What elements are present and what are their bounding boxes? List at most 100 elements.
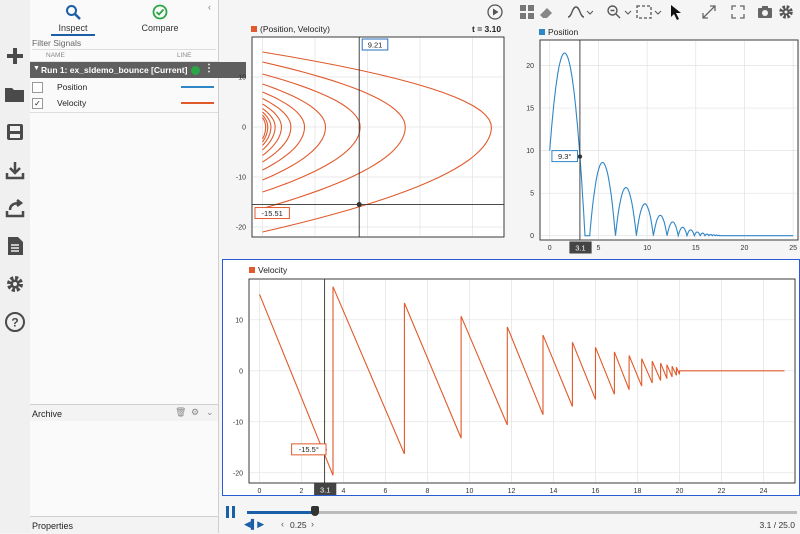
camera-icon[interactable] [756,3,774,21]
column-name: NAME [46,52,65,59]
plot-toolbar [480,0,800,24]
trash-icon[interactable]: 🗑 [175,407,186,418]
plot-area [248,278,796,484]
run-label: Run 1: ex_sldemo_bounce [Current] [41,65,188,75]
properties-label: Properties [32,521,74,531]
import-icon[interactable] [3,158,27,182]
x-tick-label: 16 [592,488,600,495]
signal-name-velocity: Velocity [57,98,87,108]
run-row[interactable]: ▼ Run 1: ex_sldemo_bounce [Current] ⋮ [30,62,246,78]
zoom-icon[interactable] [606,3,632,21]
x-tick-label: 5 [596,245,600,252]
x-tick-label: 4 [342,488,346,495]
y-tick-label: 20 [526,63,534,70]
slower-icon[interactable]: ‹ [281,519,284,529]
time-slider-fill [247,511,316,514]
signals-panel: Inspect Compare ‹ Filter Signals NAME LI… [30,0,246,534]
active-tab-indicator [51,34,95,36]
fullscreen-icon[interactable] [729,3,747,21]
column-header: NAME LINE [30,51,218,62]
filter-signals-input[interactable]: Filter Signals [32,38,216,50]
help-icon[interactable]: ? [3,310,27,334]
x-tick-label: 0 [548,245,552,252]
chevron-down-icon[interactable]: ⌄ [206,407,214,418]
x-tick-label: 25 [789,245,797,252]
x-tick-label: 14 [550,488,558,495]
y-tick-label: 10 [526,148,534,155]
velocity-value-label: -15.5° [299,445,319,454]
signal-style-icon[interactable] [567,3,593,21]
play-icon[interactable] [486,3,504,21]
plot-area [251,36,505,238]
x-tick-label: 10 [643,245,651,252]
gear-icon[interactable] [777,3,795,21]
run-status-dot [191,66,200,75]
plot-xy-panel[interactable]: (Position, Velocity) t = 3.10 0510152010… [222,20,510,242]
tab-inspect[interactable]: Inspect [43,0,103,36]
signal-row-velocity[interactable]: ✓ Velocity [30,95,218,111]
export-icon[interactable] [3,196,27,220]
x-tick-label: 18 [634,488,642,495]
playback-time: 3.1 / 25.0 [759,520,795,530]
archive-settings-icon[interactable]: ⚙ [191,407,199,418]
archive-header[interactable]: Archive 🗑 ⚙ ⌄ [30,404,218,421]
compare-check-icon [152,4,168,20]
y-tick-label: -20 [236,225,246,232]
plot-position-chart[interactable]: 0 5 10 15 20 25 0 5 10 15 20 9.3° 3.1 [515,24,800,256]
svg-text:?: ? [11,316,18,330]
y-tick-label: 0 [239,368,243,375]
cursor-point [577,154,583,159]
run-menu-icon[interactable]: ⋮ [204,63,214,74]
time-slider-track[interactable] [247,511,797,514]
eraser-icon[interactable] [537,3,555,21]
time-slider-handle[interactable] [311,506,320,516]
new-icon[interactable] [3,44,27,68]
pause-icon[interactable] [226,506,237,519]
x-tick-label: 12 [508,488,516,495]
expand-triangle-icon[interactable]: ▼ [33,65,40,72]
y-tick-label: -10 [236,175,246,182]
line-swatch-velocity[interactable] [181,102,214,104]
line-swatch-position[interactable] [181,86,214,88]
y-tick-label: 0 [242,125,246,132]
layout-icon[interactable] [518,3,536,21]
y-tick-label: 10 [235,317,243,324]
x-tick-label: 20 [741,245,749,252]
x-tick-label: 10 [466,488,474,495]
signal-checkbox-velocity[interactable]: ✓ [32,98,43,109]
plot-xy-chart[interactable]: 05101520100-10-209.21-15.51 [222,20,510,242]
plot-position-panel[interactable]: Position 0 5 10 15 20 25 0 5 10 15 20 9.3° 3.1 [515,24,800,256]
y-tick-label: -10 [233,419,243,426]
x-tick-label: 2 [300,488,304,495]
faster-icon[interactable]: › [311,519,314,529]
playback-speed: 0.25 [290,520,307,530]
signal-checkbox-position[interactable] [32,82,43,93]
plot-velocity-panel[interactable]: Velocity 0 2 4 6 8 10 12 14 16 18 20 22 24 10 0 -10 -20-… [222,259,800,496]
step-buttons-icon[interactable]: ◀▌▶ [244,519,264,530]
divider [30,112,218,113]
y-tick-label: 15 [526,106,534,113]
plot-velocity-chart[interactable]: 0 2 4 6 8 10 12 14 16 18 20 22 24100-10-20-15.5°3.1 [223,260,799,495]
y-tick-label: 0 [530,233,534,240]
expand-icon[interactable] [700,3,718,21]
open-folder-icon[interactable] [3,82,27,106]
x-tick-label: 15 [692,245,700,252]
cursor-pointer-icon[interactable] [667,3,685,21]
x-tick-label: 6 [384,488,388,495]
properties-header[interactable]: Properties [30,516,218,534]
signal-row-position[interactable]: Position [30,79,218,95]
tab-compare[interactable]: Compare [130,0,190,36]
cursor-x-label: 9.21 [368,40,383,49]
x-tick-label: 0 [258,488,262,495]
x-tick-label: 20 [676,488,684,495]
report-icon[interactable] [3,234,27,258]
fit-to-view-icon[interactable] [636,3,662,21]
collapse-panel-icon[interactable]: ‹ [208,2,211,12]
tab-inspect-label: Inspect [58,23,88,33]
save-icon[interactable] [3,120,27,144]
playback-bar: ◀▌▶ ‹ 0.25 › 3.1 / 25.0 [222,500,800,533]
y-tick-label: -20 [233,470,243,477]
settings-icon[interactable] [3,272,27,296]
magnifier-icon [66,5,81,20]
y-tick-label: 10 [238,75,246,82]
